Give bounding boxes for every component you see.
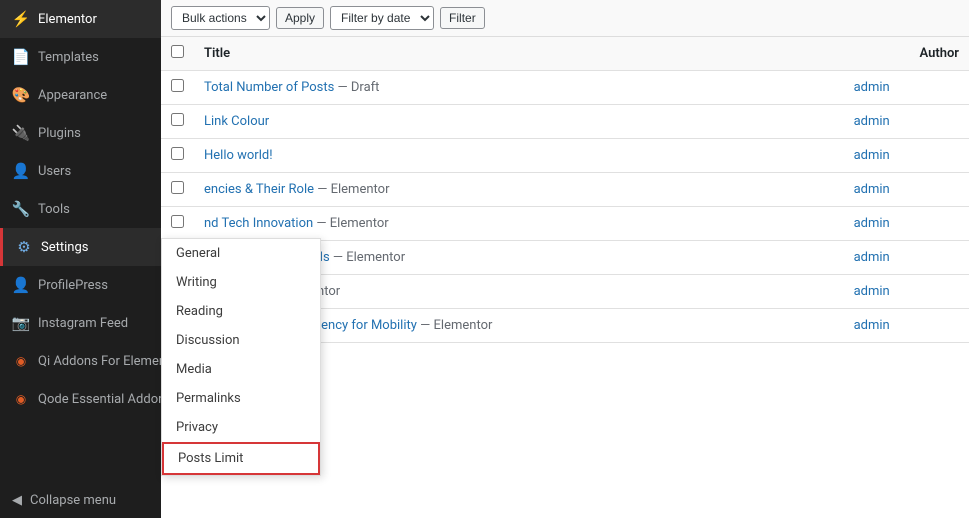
row-checkbox[interactable] (171, 79, 184, 92)
table-row: Hello world! admin (161, 139, 969, 173)
header-title-col: Title (194, 37, 844, 71)
sidebar-item-label: Elementor (38, 12, 97, 27)
post-status-suffix: — Elementor (330, 250, 405, 265)
post-title-cell: Hello world! (194, 139, 844, 173)
sidebar-item-profilepress[interactable]: 👤 ProfilePress (0, 266, 161, 304)
sidebar-item-instagram-feed[interactable]: 📷 Instagram Feed (0, 304, 161, 342)
header-checkbox-col (161, 37, 194, 71)
settings-submenu: General Writing Reading Discussion Media… (161, 238, 321, 476)
row-checkbox[interactable] (171, 147, 184, 160)
author-link[interactable]: admin (854, 250, 890, 265)
users-icon: 👤 (12, 162, 30, 180)
bulk-actions-select[interactable]: Bulk actions (171, 6, 270, 30)
author-link[interactable]: admin (854, 114, 890, 129)
post-status-suffix: — Elementor (314, 182, 389, 197)
post-author-cell: admin (844, 139, 969, 173)
post-author-cell: admin (844, 105, 969, 139)
sidebar-item-label: Appearance (38, 88, 107, 103)
post-author-cell: admin (844, 71, 969, 105)
author-link[interactable]: admin (854, 284, 890, 299)
sidebar-item-appearance[interactable]: 🎨 Appearance (0, 76, 161, 114)
table-row: Link Colour admin (161, 105, 969, 139)
table-row: Total Number of Posts — Draft admin (161, 71, 969, 105)
post-title-link[interactable]: Hello world! (204, 148, 273, 163)
post-title-cell: Link Colour (194, 105, 844, 139)
post-title-cell: encies & Their Role — Elementor (194, 173, 844, 207)
sidebar-item-label: ProfilePress (38, 278, 108, 293)
author-link[interactable]: admin (854, 148, 890, 163)
row-checkbox[interactable] (171, 181, 184, 194)
filter-date-select[interactable]: Filter by date (330, 6, 434, 30)
qode-icon: ◉ (12, 390, 30, 408)
sidebar-item-label: Qode Essential Addons (38, 392, 161, 407)
sidebar-item-qi-addons[interactable]: ◉ Qi Addons For Elementor (0, 342, 161, 380)
apply-button[interactable]: Apply (276, 7, 324, 29)
qi-icon: ◉ (12, 352, 30, 370)
post-title-link[interactable]: Link Colour (204, 114, 269, 129)
submenu-item-writing[interactable]: Writing (162, 268, 320, 297)
post-author-cell: admin (844, 207, 969, 241)
submenu-item-permalinks[interactable]: Permalinks (162, 384, 320, 413)
post-title-link[interactable]: nd Tech Innovation (204, 216, 313, 231)
elementor-icon: ⚡ (12, 10, 30, 28)
collapse-label: Collapse menu (30, 493, 116, 508)
appearance-icon: 🎨 (12, 86, 30, 104)
post-title-cell: nd Tech Innovation — Elementor (194, 207, 844, 241)
table-header-row: Title Author (161, 37, 969, 71)
sidebar: ⚡ Elementor 📄 Templates 🎨 Appearance 🔌 P… (0, 0, 161, 518)
templates-icon: 📄 (12, 48, 30, 66)
table-row: encies & Their Role — Elementor admin (161, 173, 969, 207)
post-status-suffix: — Elementor (313, 216, 388, 231)
sidebar-item-settings[interactable]: ⚙ Settings (0, 228, 161, 266)
author-link[interactable]: admin (854, 80, 890, 95)
sidebar-item-templates[interactable]: 📄 Templates (0, 38, 161, 76)
sidebar-item-label: Qi Addons For Elementor (38, 354, 161, 369)
sidebar-item-qode-essential[interactable]: ◉ Qode Essential Addons (0, 380, 161, 418)
post-title-cell: Total Number of Posts — Draft (194, 71, 844, 105)
submenu-item-posts-limit[interactable]: Posts Limit (162, 442, 320, 475)
table-toolbar: Bulk actions Apply Filter by date Filter (161, 0, 969, 37)
sidebar-item-label: Tools (38, 202, 70, 217)
author-link[interactable]: admin (854, 182, 890, 197)
submenu-item-media[interactable]: Media (162, 355, 320, 384)
submenu-item-general[interactable]: General (162, 239, 320, 268)
plugins-icon: 🔌 (12, 124, 30, 142)
sidebar-item-plugins[interactable]: 🔌 Plugins (0, 114, 161, 152)
table-row: nd Tech Innovation — Elementor admin (161, 207, 969, 241)
sidebar-item-label: Templates (38, 50, 99, 65)
sidebar-item-label: Users (38, 164, 71, 179)
header-author-col: Author (844, 37, 969, 71)
sidebar-item-tools[interactable]: 🔧 Tools (0, 190, 161, 228)
post-author-cell: admin (844, 275, 969, 309)
post-status-suffix: — Elementor (417, 318, 492, 333)
sidebar-item-label: Instagram Feed (38, 316, 128, 331)
instagram-icon: 📷 (12, 314, 30, 332)
post-author-cell: admin (844, 309, 969, 343)
submenu-item-privacy[interactable]: Privacy (162, 413, 320, 442)
post-author-cell: admin (844, 241, 969, 275)
tools-icon: 🔧 (12, 200, 30, 218)
collapse-icon: ◀ (12, 493, 22, 508)
collapse-menu-button[interactable]: ◀ Collapse menu (0, 483, 161, 518)
submenu-item-reading[interactable]: Reading (162, 297, 320, 326)
post-author-cell: admin (844, 173, 969, 207)
profilepress-icon: 👤 (12, 276, 30, 294)
submenu-item-discussion[interactable]: Discussion (162, 326, 320, 355)
post-title-link[interactable]: Total Number of Posts (204, 80, 334, 95)
sidebar-item-label: Settings (41, 240, 88, 255)
select-all-checkbox[interactable] (171, 45, 184, 58)
post-title-link[interactable]: encies & Their Role (204, 182, 314, 197)
filter-button[interactable]: Filter (440, 7, 485, 29)
post-status-suffix: — Draft (334, 80, 379, 95)
row-checkbox[interactable] (171, 113, 184, 126)
sidebar-item-label: Plugins (38, 126, 81, 141)
author-link[interactable]: admin (854, 318, 890, 333)
sidebar-item-users[interactable]: 👤 Users (0, 152, 161, 190)
row-checkbox[interactable] (171, 215, 184, 228)
author-link[interactable]: admin (854, 216, 890, 231)
settings-icon: ⚙ (15, 238, 33, 256)
sidebar-item-elementor[interactable]: ⚡ Elementor (0, 0, 161, 38)
